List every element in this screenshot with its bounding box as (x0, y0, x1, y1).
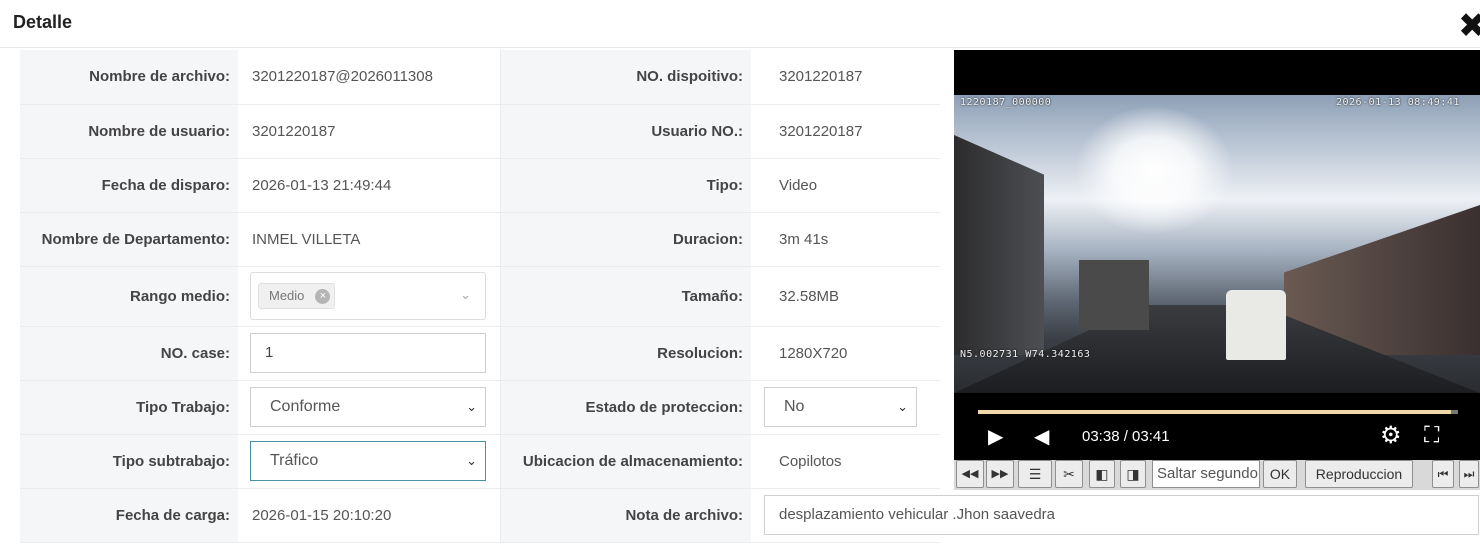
value-usuario-no: 3201220187 (751, 104, 940, 159)
player-controls: ▶ ◀ 03:38 / 03:41 ⚙ ⛶ (954, 418, 1480, 458)
volume-icon[interactable]: ◀ (1034, 424, 1049, 449)
osd-gps: N5.002731 W74.342163 (960, 349, 1091, 360)
rewind-icon: ◀◀ (961, 468, 979, 480)
skip-seconds-input[interactable]: Saltar segundo (1152, 460, 1260, 488)
player-toolbar: ◀◀ ▶▶ ☰ ✂ ◧ ◨ Saltar segundo OK Reproduc… (954, 460, 1480, 490)
no-case-input[interactable]: 1 (250, 333, 486, 373)
skip-start-button[interactable]: ⏮ (1432, 460, 1454, 488)
no-case-cell: 1 (238, 326, 501, 381)
tipo-trabajo-select[interactable]: Conforme ⌄ (250, 387, 486, 427)
rango-medio-cell: Medio × ⌄ (238, 266, 501, 327)
label-tipo-trabajo: Tipo Trabajo: (20, 380, 238, 435)
chevron-down-icon: ⌄ (460, 287, 471, 302)
list-button[interactable]: ☰ (1018, 460, 1052, 488)
video-player[interactable]: 1220187_000000 2026-01-13 08:49:41 N5.00… (954, 50, 1480, 460)
label-ubicacion: Ubicacion de almacenamiento: (500, 434, 751, 489)
tipo-subtrabajo-selected: Tráfico (270, 452, 319, 469)
label-fecha-carga: Fecha de carga: (20, 488, 238, 543)
value-tamano: 32.58MB (751, 266, 940, 327)
video-frame: 1220187_000000 2026-01-13 08:49:41 N5.00… (954, 95, 1480, 393)
value-ubicacion: Copilotos (751, 434, 940, 489)
chip-label: Medio (269, 288, 305, 303)
progress-fill (978, 410, 1451, 414)
ok-button[interactable]: OK (1263, 460, 1297, 488)
tipo-trabajo-cell: Conforme ⌄ (238, 380, 501, 435)
tipo-trabajo-selected: Conforme (270, 398, 341, 415)
value-duracion: 3m 41s (751, 212, 940, 267)
label-usuario-no: Usuario NO.: (500, 104, 751, 159)
label-no-dispositivo: NO. dispoitivo: (500, 50, 751, 105)
close-icon[interactable]: ✖ (1458, 8, 1480, 44)
label-nota-archivo: Nota de archivo: (500, 488, 751, 543)
value-nombre-usuario: 3201220187 (238, 104, 501, 159)
label-resolucion: Resolucion: (500, 326, 751, 381)
skip-start-icon: ⏮ (1437, 467, 1449, 481)
tipo-subtrabajo-select[interactable]: Tráfico ⌄ (250, 441, 486, 481)
label-estado-proteccion: Estado de proteccion: (500, 380, 751, 435)
label-departamento: Nombre de Departamento: (20, 212, 238, 267)
label-fecha-disparo: Fecha de disparo: (20, 158, 238, 213)
label-tipo-subtrabajo: Tipo subtrabajo: (20, 434, 238, 489)
osd-device-id: 1220187_000000 (960, 97, 1052, 108)
value-departamento: INMEL VILLETA (238, 212, 501, 267)
value-resolucion: 1280X720 (751, 326, 940, 381)
scene-van (1226, 290, 1286, 360)
chevron-down-icon: ⌄ (466, 399, 477, 414)
chevron-down-icon: ⌄ (466, 453, 477, 468)
scene-truck (1079, 260, 1149, 330)
value-fecha-disparo: 2026-01-13 21:49:44 (238, 158, 501, 213)
chip-clear-icon[interactable]: × (315, 289, 331, 304)
gear-icon[interactable]: ⚙ (1380, 421, 1402, 450)
label-duracion: Duracion: (500, 212, 751, 267)
value-no-dispositivo: 3201220187 (751, 50, 940, 105)
fast-forward-icon: ▶▶ (991, 468, 1009, 480)
progress-bar[interactable] (978, 410, 1458, 414)
tipo-subtrabajo-cell: Tráfico ⌄ (238, 434, 501, 489)
rewind-button[interactable]: ◀◀ (956, 460, 984, 488)
label-nombre-archivo: Nombre de archivo: (20, 50, 238, 105)
estado-proteccion-selected: No (784, 398, 805, 415)
frame-back-button[interactable]: ◧ (1089, 460, 1115, 488)
rango-medio-select[interactable]: Medio × ⌄ (250, 272, 486, 320)
nota-archivo-cell: desplazamiento vehicular .Jhon saavedra (751, 488, 1479, 543)
time-display: 03:38 / 03:41 (1082, 428, 1170, 445)
label-tipo: Tipo: (500, 158, 751, 213)
value-nombre-archivo: 3201220187@2026011308 (238, 50, 501, 105)
label-tamano: Tamaño: (500, 266, 751, 327)
rango-medio-chip: Medio × (258, 283, 336, 309)
scene-sun (1074, 105, 1234, 235)
skip-end-button[interactable]: ⏭ (1459, 460, 1479, 488)
estado-proteccion-cell: No ⌄ (751, 380, 940, 435)
chevron-down-icon: ⌄ (897, 399, 908, 414)
label-no-case: NO. case: (20, 326, 238, 381)
value-tipo: Video (751, 158, 940, 213)
scene-building-left (954, 135, 1044, 355)
fast-forward-button[interactable]: ▶▶ (986, 460, 1014, 488)
nota-archivo-input[interactable]: desplazamiento vehicular .Jhon saavedra (764, 495, 1479, 535)
osd-datetime: 2026-01-13 08:49:41 (1336, 97, 1460, 108)
dialog-header: Detalle ✖ (0, 0, 1480, 48)
reproduccion-button[interactable]: Reproduccion (1305, 460, 1413, 488)
frame-back-icon: ◧ (1095, 466, 1109, 482)
list-icon: ☰ (1028, 466, 1042, 482)
frame-forward-button[interactable]: ◨ (1120, 460, 1146, 488)
label-rango-medio: Rango medio: (20, 266, 238, 327)
value-fecha-carga: 2026-01-15 20:10:20 (238, 488, 501, 543)
label-nombre-usuario: Nombre de usuario: (20, 104, 238, 159)
play-icon[interactable]: ▶ (988, 424, 1003, 449)
fullscreen-icon[interactable]: ⛶ (1424, 422, 1439, 448)
scissors-icon: ✂ (1063, 466, 1075, 482)
cut-button[interactable]: ✂ (1055, 460, 1083, 488)
frame-forward-icon: ◨ (1126, 466, 1140, 482)
dialog-title: Detalle (13, 12, 73, 32)
estado-proteccion-select[interactable]: No ⌄ (764, 387, 917, 427)
skip-end-icon: ⏭ (1463, 467, 1475, 481)
